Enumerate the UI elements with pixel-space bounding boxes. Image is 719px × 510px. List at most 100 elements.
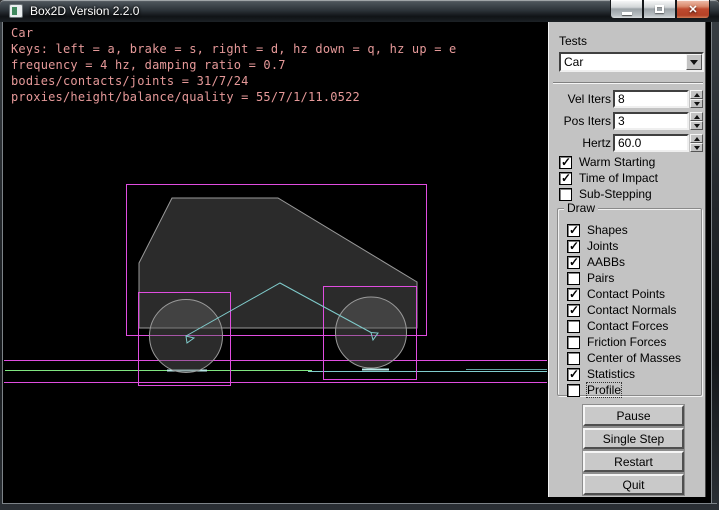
pos-iters-label: Pos Iters — [564, 114, 611, 128]
hertz-spinner — [690, 134, 703, 152]
checkbox-pairs[interactable]: Pairs — [567, 271, 614, 285]
separator — [553, 82, 703, 84]
vel-iters-label: Vel Iters — [568, 92, 611, 106]
hertz-down-button[interactable] — [690, 143, 703, 152]
checkbox-box[interactable] — [567, 288, 580, 301]
hertz-row: Hertz — [549, 134, 707, 152]
minimize-icon — [622, 12, 632, 15]
checkbox-center-of-masses[interactable]: Center of Masses — [567, 351, 681, 365]
checkbox-label: Pairs — [587, 271, 614, 285]
checkbox-label: Shapes — [587, 223, 628, 237]
checkbox-box[interactable] — [567, 320, 580, 333]
pos-iters-input[interactable] — [613, 112, 689, 130]
quit-button[interactable]: Quit — [583, 474, 684, 495]
app-window: Box2D Version 2.2.0 ✕ — [0, 0, 719, 510]
arrow-up-icon — [694, 93, 700, 97]
checkbox-label: Warm Starting — [579, 155, 655, 169]
chevron-down-icon — [690, 60, 698, 65]
maximize-icon — [655, 5, 664, 13]
vel-iters-up-button[interactable] — [690, 90, 703, 99]
draw-group-title: Draw — [564, 201, 598, 215]
checkbox-box[interactable] — [567, 368, 580, 381]
checkbox-label: Contact Points — [587, 287, 665, 301]
checkbox-sub-stepping[interactable]: Sub-Stepping — [559, 187, 652, 201]
restart-button[interactable]: Restart — [583, 451, 684, 472]
vel-iters-row: Vel Iters — [549, 90, 707, 108]
vel-iters-spinner — [690, 90, 703, 108]
checkbox-label: Statistics — [587, 367, 635, 381]
hertz-input[interactable] — [613, 134, 689, 152]
checkbox-box[interactable] — [567, 256, 580, 269]
hertz-label: Hertz — [582, 136, 611, 150]
pause-button[interactable]: Pause — [583, 405, 684, 426]
checkbox-contact-points[interactable]: Contact Points — [567, 287, 665, 301]
app-icon — [9, 4, 23, 18]
checkbox-contact-normals[interactable]: Contact Normals — [567, 303, 676, 317]
checkbox-box[interactable] — [559, 172, 572, 185]
pos-iters-spinner — [690, 112, 703, 130]
arrow-down-icon — [694, 102, 700, 106]
checkbox-box[interactable] — [567, 384, 580, 397]
checkbox-friction-forces[interactable]: Friction Forces — [567, 335, 666, 349]
arrow-down-icon — [694, 146, 700, 150]
checkbox-label: Profile — [587, 383, 621, 397]
hud-text: Car Keys: left = a, brake = s, right = d… — [11, 25, 456, 105]
checkbox-label: Joints — [587, 239, 618, 253]
title-bar[interactable]: Box2D Version 2.2.0 ✕ — [0, 0, 719, 22]
checkbox-box[interactable] — [567, 304, 580, 317]
tests-dropdown-value[interactable]: Car — [561, 54, 686, 70]
checkbox-label: AABBs — [587, 255, 625, 269]
checkbox-statistics[interactable]: Statistics — [567, 367, 635, 381]
checkbox-box[interactable] — [567, 336, 580, 349]
window-title: Box2D Version 2.2.0 — [30, 4, 139, 18]
checkbox-warm-starting[interactable]: Warm Starting — [559, 155, 655, 169]
single-step-button[interactable]: Single Step — [583, 428, 684, 449]
checkbox-box[interactable] — [559, 188, 572, 201]
checkbox-box[interactable] — [567, 240, 580, 253]
pos-iters-up-button[interactable] — [690, 112, 703, 121]
checkbox-box[interactable] — [567, 224, 580, 237]
checkbox-box[interactable] — [559, 156, 572, 169]
simulation-canvas[interactable]: Car Keys: left = a, brake = s, right = d… — [4, 22, 547, 503]
tests-dropdown-button[interactable] — [686, 54, 702, 70]
window-frame-highlight-right — [711, 22, 712, 503]
close-icon: ✕ — [688, 3, 697, 16]
checkbox-box[interactable] — [567, 352, 580, 365]
hud-line-proxies: proxies/height/balance/quality = 55/7/1/… — [11, 90, 360, 104]
hertz-up-button[interactable] — [690, 134, 703, 143]
checkbox-label: Contact Normals — [587, 303, 676, 317]
checkbox-aabbs[interactable]: AABBs — [567, 255, 625, 269]
caption-buttons: ✕ — [610, 0, 710, 19]
checkbox-contact-forces[interactable]: Contact Forces — [567, 319, 668, 333]
client-area: Car Keys: left = a, brake = s, right = d… — [2, 22, 712, 503]
checkbox-box[interactable] — [567, 272, 580, 285]
hud-line-frequency: frequency = 4 hz, damping ratio = 0.7 — [11, 58, 286, 72]
hud-line-keys: Keys: left = a, brake = s, right = d, hz… — [11, 42, 456, 56]
control-panel: Tests Car Vel Iters Pos Iters — [548, 22, 706, 497]
minimize-button[interactable] — [610, 0, 643, 19]
checkbox-label: Friction Forces — [587, 335, 666, 349]
maximize-button[interactable] — [643, 0, 676, 19]
close-button[interactable]: ✕ — [676, 0, 710, 19]
checkbox-label: Center of Masses — [587, 351, 681, 365]
window-frame-highlight-bottom — [2, 503, 717, 504]
hud-line-title: Car — [11, 26, 33, 40]
pos-iters-down-button[interactable] — [690, 121, 703, 130]
pos-iters-row: Pos Iters — [549, 112, 707, 130]
checkbox-label: Sub-Stepping — [579, 187, 652, 201]
arrow-down-icon — [694, 124, 700, 128]
checkbox-shapes[interactable]: Shapes — [567, 223, 628, 237]
tests-label: Tests — [559, 34, 587, 48]
arrow-up-icon — [694, 115, 700, 119]
hud-line-counts: bodies/contacts/joints = 31/7/24 — [11, 74, 249, 88]
checkbox-label: Time of Impact — [579, 171, 658, 185]
draw-groupbox: Draw Shapes Joints AABBs Pairs — [557, 208, 702, 396]
checkbox-time-of-impact[interactable]: Time of Impact — [559, 171, 658, 185]
vel-iters-input[interactable] — [613, 90, 689, 108]
checkbox-label: Contact Forces — [587, 319, 668, 333]
arrow-up-icon — [694, 137, 700, 141]
vel-iters-down-button[interactable] — [690, 99, 703, 108]
checkbox-joints[interactable]: Joints — [567, 239, 618, 253]
checkbox-profile[interactable]: Profile — [567, 383, 621, 397]
tests-dropdown[interactable]: Car — [559, 52, 704, 72]
